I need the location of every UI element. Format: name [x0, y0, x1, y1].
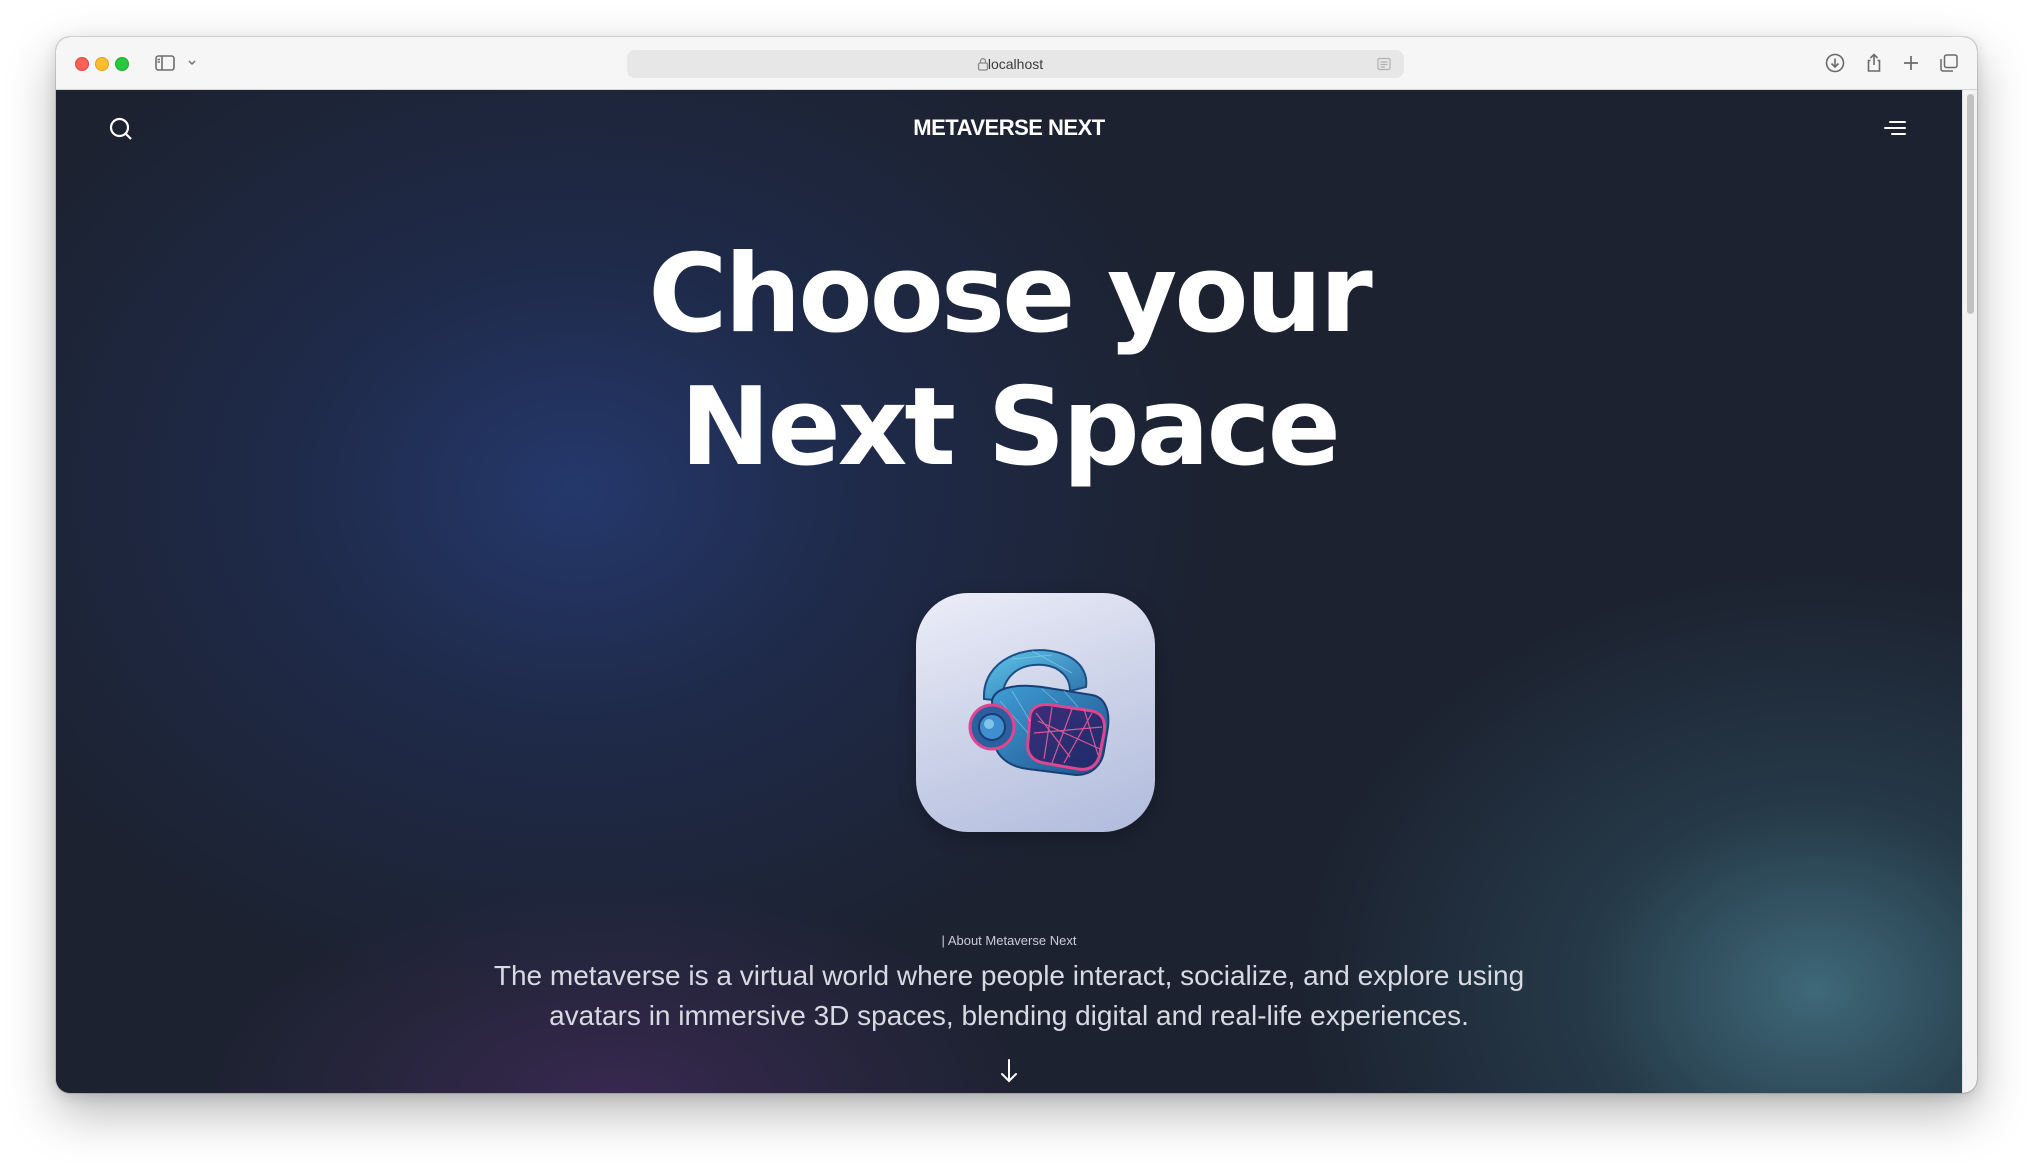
menu-icon[interactable] [1882, 116, 1908, 140]
vr-headset-icon [968, 649, 1110, 777]
vr-headset-app-icon [916, 593, 1155, 832]
minimize-window-button[interactable] [95, 57, 109, 71]
browser-toolbar: localhost [56, 37, 1977, 90]
arrow-down-icon[interactable] [1000, 1058, 1018, 1084]
tab-overview-icon[interactable] [1937, 51, 1961, 75]
scrollbar-thumb[interactable] [1967, 94, 1974, 314]
chevron-down-icon[interactable] [186, 58, 198, 68]
hero-title-line-1: Choose your [648, 232, 1372, 357]
about-description: The metaverse is a virtual world where p… [493, 960, 1525, 1031]
hero-title: Choose your Next Space [56, 228, 1962, 494]
sidebar-toggle-icon[interactable] [154, 52, 176, 74]
zoom-window-button[interactable] [115, 57, 129, 71]
share-icon[interactable] [1862, 51, 1886, 75]
new-tab-icon[interactable] [1899, 51, 1923, 75]
vertical-scrollbar[interactable] [1962, 90, 1977, 1093]
address-bar[interactable]: localhost [627, 50, 1404, 78]
close-window-button[interactable] [75, 57, 89, 71]
web-page: METAVERSE NEXT Choose your Next Space | … [56, 90, 1962, 1093]
about-label: | About Metaverse Next [941, 933, 1077, 948]
hero-title-line-2: Next Space [680, 365, 1341, 490]
reader-mode-icon[interactable] [1376, 57, 1392, 71]
site-logo[interactable]: METAVERSE NEXT [56, 115, 1962, 141]
address-text: localhost [987, 56, 1044, 72]
browser-window: localhost METAVERSE NEXT Choose your Nex… [56, 37, 1977, 1093]
download-icon[interactable] [1823, 51, 1847, 75]
